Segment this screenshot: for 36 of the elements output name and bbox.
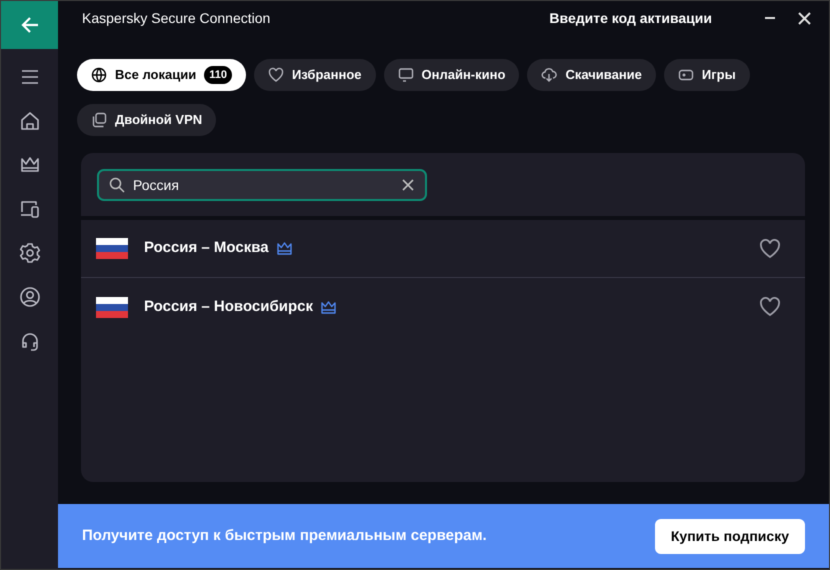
location-name: Россия – Москва	[144, 238, 269, 258]
filter-tab[interactable]: Все локации 110	[77, 59, 246, 91]
home-icon[interactable]	[18, 110, 40, 132]
monitor-icon	[398, 67, 414, 83]
devices-icon[interactable]	[18, 198, 40, 220]
settings-icon[interactable]	[18, 242, 40, 264]
heart-icon	[268, 67, 284, 83]
back-button[interactable]	[1, 1, 58, 49]
filter-tab[interactable]: Двойной VPN	[77, 104, 216, 136]
filter-tab[interactable]: Избранное	[254, 59, 376, 91]
clear-icon[interactable]	[401, 178, 415, 192]
search-icon	[109, 177, 125, 193]
globe-icon	[91, 67, 107, 83]
favorite-heart-icon[interactable]	[759, 238, 781, 258]
activation-code-link[interactable]: Введите код активации	[549, 8, 712, 28]
location-row[interactable]: Россия – Новосибирск	[81, 278, 805, 336]
copy-icon	[91, 112, 107, 128]
cloud-download-icon	[541, 67, 558, 83]
search-field[interactable]: Россия	[133, 174, 393, 196]
back-arrow-icon	[20, 15, 40, 35]
promo-text: Получите доступ к быстрым премиальным серверам.	[82, 526, 487, 546]
favorite-heart-icon[interactable]	[759, 297, 781, 317]
count-badge: 110	[204, 66, 232, 84]
location-row[interactable]: Россия – Москва	[81, 220, 805, 278]
search-field[interactable]: Россия	[97, 169, 427, 201]
window-title: Kaspersky Secure Connection	[82, 8, 270, 28]
filter-tab[interactable]: Онлайн-кино	[384, 59, 520, 91]
filter-tab[interactable]: Игры	[664, 59, 750, 91]
flag-icon	[96, 238, 128, 259]
flag-icon	[96, 296, 128, 318]
account-icon[interactable]	[18, 286, 40, 308]
gamepad-icon	[678, 67, 694, 83]
filter-tab[interactable]: Скачивание	[527, 59, 656, 91]
location-name: Россия – Новосибирск	[144, 296, 313, 317]
buy-subscription-button[interactable]: Купить подписку	[654, 518, 805, 554]
close-icon[interactable]	[798, 12, 811, 24]
